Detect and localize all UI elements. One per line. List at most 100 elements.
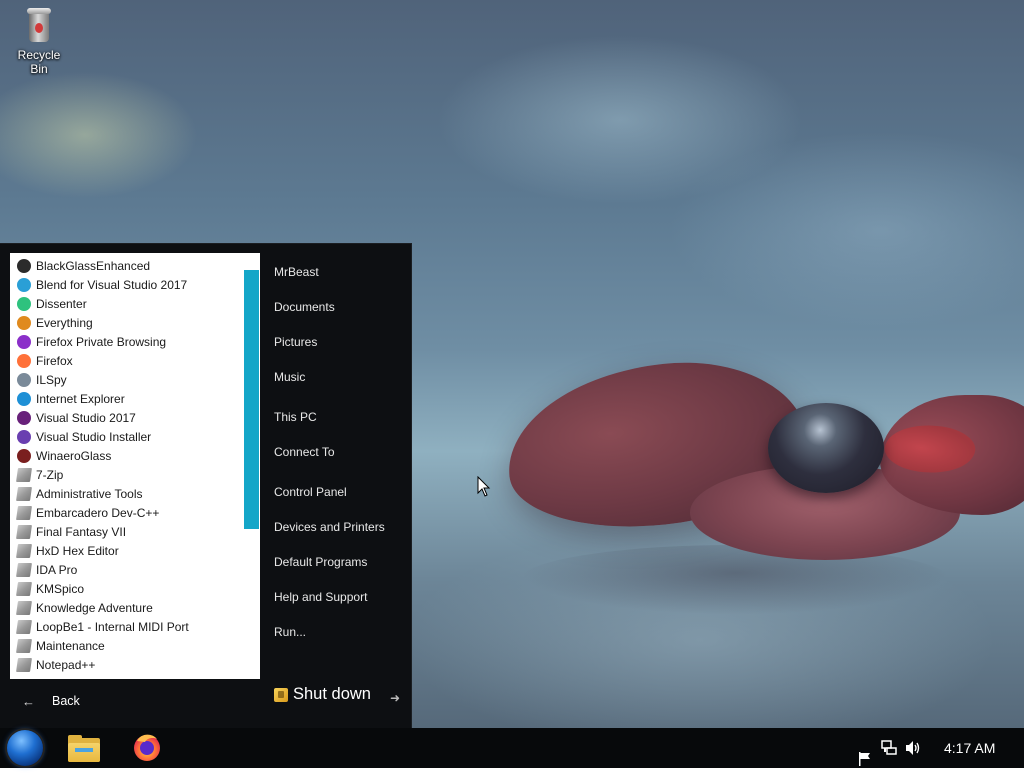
program-item[interactable]: Notepad++	[10, 655, 242, 674]
taskbar-clock[interactable]: 4:17 AM	[944, 740, 995, 756]
program-label: Visual Studio Installer	[36, 429, 152, 444]
program-item[interactable]: Internet Explorer	[10, 389, 242, 408]
recycle-bin-icon	[25, 8, 53, 42]
firefox-icon[interactable]	[131, 731, 163, 763]
program-item[interactable]: Dissenter	[10, 294, 242, 313]
program-label: Administrative Tools	[36, 486, 143, 501]
program-label: 7-Zip	[36, 467, 64, 482]
program-item[interactable]: HxD Hex Editor	[10, 541, 242, 560]
program-item[interactable]: Everything	[10, 313, 242, 332]
program-item[interactable]: Visual Studio Installer	[10, 427, 242, 446]
program-label: Firefox Private Browsing	[36, 334, 167, 349]
winaero-glass-icon	[17, 448, 31, 463]
start-place-devices-and-printers[interactable]: Devices and Printers	[274, 520, 385, 534]
program-label: Notepad++	[36, 657, 96, 672]
dissenter-icon	[17, 296, 31, 311]
program-label: LoopBe1 - Internal MIDI Port	[36, 619, 189, 634]
program-item[interactable]: Final Fantasy VII	[10, 522, 242, 541]
programs-scrollbar-thumb[interactable]	[244, 270, 259, 529]
folder-icon	[16, 524, 32, 539]
back-label: Back	[52, 694, 80, 708]
program-item[interactable]: Knowledge Adventure	[10, 598, 242, 617]
shutdown-button[interactable]: Shut down	[274, 685, 371, 704]
program-item[interactable]: Embarcadero Dev-C++	[10, 503, 242, 522]
shutdown-options-arrow-icon[interactable]: ➜	[390, 691, 400, 705]
folder-icon	[16, 657, 32, 672]
program-label: Everything	[36, 315, 93, 330]
program-item[interactable]: IDA Pro	[10, 560, 242, 579]
magnifier-icon	[17, 315, 31, 330]
program-label: Firefox	[36, 353, 73, 368]
folder-icon	[16, 619, 32, 634]
start-place-documents[interactable]: Documents	[274, 300, 335, 314]
taskbar: 4:17 AM	[0, 728, 1024, 768]
program-label: ILSpy	[36, 372, 67, 387]
program-label: Final Fantasy VII	[36, 524, 127, 539]
program-item[interactable]: 7-Zip	[10, 465, 242, 484]
program-item[interactable]: BlackGlassEnhanced	[10, 256, 242, 275]
program-item[interactable]: Administrative Tools	[10, 484, 242, 503]
program-label: BlackGlassEnhanced	[36, 258, 151, 273]
program-label: Knowledge Adventure	[36, 600, 153, 615]
action-center-flag-icon[interactable]	[856, 739, 874, 779]
program-label: KMSpico	[36, 581, 85, 596]
desktop-icon-recycle-bin[interactable]: Recycle Bin	[8, 8, 70, 76]
file-explorer-icon[interactable]	[67, 734, 101, 762]
program-label: Blend for Visual Studio 2017	[36, 277, 188, 292]
start-place-control-panel[interactable]: Control Panel	[274, 485, 347, 499]
program-item[interactable]: Maintenance	[10, 636, 242, 655]
folder-icon	[16, 467, 32, 482]
start-place-connect-to[interactable]: Connect To	[274, 445, 335, 459]
start-place-default-programs[interactable]: Default Programs	[274, 555, 367, 569]
folder-icon	[16, 505, 32, 520]
program-item[interactable]: ILSpy	[10, 370, 242, 389]
program-label: Visual Studio 2017	[36, 410, 136, 425]
ilspy-icon	[17, 372, 31, 387]
firefox-private-icon	[17, 334, 31, 349]
program-label: Internet Explorer	[36, 391, 125, 406]
shield-icon	[274, 687, 288, 702]
network-icon[interactable]	[880, 739, 898, 757]
program-item[interactable]: KMSpico	[10, 579, 242, 598]
program-item[interactable]: Firefox Private Browsing	[10, 332, 242, 351]
desktop-icon-label: Recycle Bin	[17, 48, 61, 76]
black-circle-icon	[17, 258, 31, 273]
start-menu-places: MrBeast Documents Pictures Music This PC Conn…	[264, 244, 410, 729]
folder-icon	[16, 543, 32, 558]
wallpaper-reflection	[520, 545, 950, 615]
folder-icon	[16, 581, 32, 596]
back-button[interactable]: ← Back	[10, 684, 260, 718]
program-item[interactable]: WinaeroGlass	[10, 446, 242, 465]
program-label: Maintenance	[36, 638, 105, 653]
firefox-icon	[17, 353, 31, 368]
start-place-run[interactable]: Run...	[274, 625, 306, 639]
start-menu: BlackGlassEnhanced Blend for Visual Studi…	[0, 243, 412, 729]
folder-icon	[16, 486, 32, 501]
program-item[interactable]: Visual Studio 2017	[10, 408, 242, 427]
program-item[interactable]: LoopBe1 - Internal MIDI Port	[10, 617, 242, 636]
mouse-cursor-icon	[477, 476, 491, 497]
program-label: WinaeroGlass	[36, 448, 112, 463]
program-label: Dissenter	[36, 296, 87, 311]
visual-studio-installer-icon	[17, 429, 31, 444]
wallpaper-droplet	[768, 403, 884, 493]
start-place-this-pc[interactable]: This PC	[274, 410, 317, 424]
folder-icon	[16, 600, 32, 615]
internet-explorer-icon	[17, 391, 31, 406]
all-programs-list: BlackGlassEnhanced Blend for Visual Studi…	[10, 253, 260, 679]
program-item[interactable]: Firefox	[10, 351, 242, 370]
shutdown-label: Shut down	[293, 685, 371, 703]
start-button[interactable]	[7, 730, 43, 766]
program-label: IDA Pro	[36, 562, 78, 577]
start-place-pictures[interactable]: Pictures	[274, 335, 317, 349]
visual-studio-icon	[17, 410, 31, 425]
folder-icon	[16, 638, 32, 653]
program-label: HxD Hex Editor	[36, 543, 119, 558]
volume-icon[interactable]	[904, 739, 922, 757]
program-label: Embarcadero Dev-C++	[36, 505, 160, 520]
start-place-mrbeast[interactable]: MrBeast	[274, 265, 319, 279]
start-place-help-and-support[interactable]: Help and Support	[274, 590, 367, 604]
folder-icon	[16, 562, 32, 577]
start-place-music[interactable]: Music	[274, 370, 305, 384]
program-item[interactable]: Blend for Visual Studio 2017	[10, 275, 242, 294]
